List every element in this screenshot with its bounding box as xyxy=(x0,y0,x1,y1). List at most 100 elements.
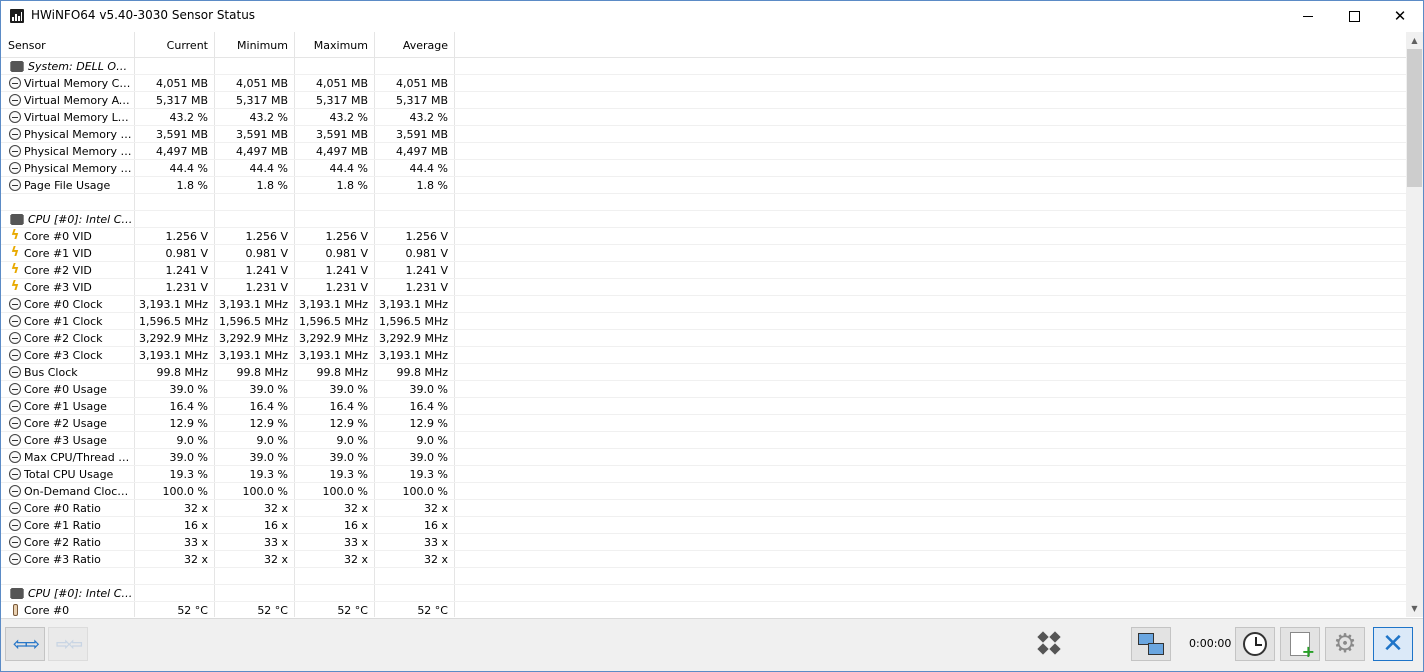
maximum-value: 52 °C xyxy=(295,602,375,617)
table-row[interactable]: Core #1 Ratio 16 x 16 x 16 x 16 x xyxy=(1,517,1406,534)
exit-x-icon: ✕ xyxy=(1382,629,1404,659)
table-row[interactable]: Virtual Memory Avai... 5,317 MB 5,317 MB 5,… xyxy=(1,92,1406,109)
current-value: 3,193.1 MHz xyxy=(135,296,215,312)
sensor-cell: ϟ Core #3 VID xyxy=(1,279,135,295)
table-row[interactable]: Core #3 Clock 3,193.1 MHz 3,193.1 MHz 3,193… xyxy=(1,347,1406,364)
table-row[interactable]: Total CPU Usage 19.3 % 19.3 % 19.3 % 19.3 % xyxy=(1,466,1406,483)
close-button[interactable]: ✕ xyxy=(1377,1,1423,31)
table-row[interactable]: ϟ Core #0 VID 1.256 V 1.256 V 1.256 V 1.256 V xyxy=(1,228,1406,245)
maximum-value: 16.4 % xyxy=(295,398,375,414)
average-value xyxy=(375,568,455,584)
current-value xyxy=(135,211,215,227)
table-row[interactable]: Core #1 Usage 16.4 % 16.4 % 16.4 % 16.4 % xyxy=(1,398,1406,415)
vertical-scrollbar[interactable]: ▲ ▼ xyxy=(1406,32,1423,617)
table-row[interactable]: Physical Memory Used3,591 MB3,591 MB3,59… xyxy=(1,126,1406,143)
table-row[interactable]: Core #2 Ratio 33 x 33 x 33 x 33 x xyxy=(1,534,1406,551)
add-log-icon xyxy=(1290,632,1315,661)
table-row[interactable]: Bus Clock 99.8 MHz 99.8 MHz 99.8 MHz 99.8 MH… xyxy=(1,364,1406,381)
table-row[interactable]: Core #3 Ratio 32 x 32 x 32 x 32 x xyxy=(1,551,1406,568)
table-row[interactable]: Core #0 52 °C 52 °C 52 °C 52 °C xyxy=(1,602,1406,617)
table-row[interactable]: ϟ Core #2 VID 1.241 V 1.241 V 1.241 V 1.241 V xyxy=(1,262,1406,279)
sensor-label: Core #0 Usage xyxy=(24,382,107,396)
sensor-group-row[interactable]: CPU [#0]: Intel Cor... xyxy=(1,211,1406,228)
scroll-thumb[interactable] xyxy=(1407,49,1422,187)
network-button[interactable] xyxy=(1131,627,1171,661)
table-row[interactable]: Core #2 Clock 3,292.9 MHz 3,292.9 MHz 3,292… xyxy=(1,330,1406,347)
close-icon: ✕ xyxy=(1393,7,1407,25)
scroll-up-icon[interactable]: ▲ xyxy=(1406,32,1423,49)
table-row[interactable]: Physical Memory Load44.4 %44.4 %44.4 %44… xyxy=(1,160,1406,177)
table-row[interactable]: Core #3 Usage 9.0 % 9.0 % 9.0 % 9.0 % xyxy=(1,432,1406,449)
minimum-value: 39.0 % xyxy=(215,449,295,465)
minimum-value xyxy=(215,58,295,74)
row-filler xyxy=(455,449,1406,465)
table-row[interactable]: ϟ Core #3 VID 1.231 V 1.231 V 1.231 V 1.231 V xyxy=(1,279,1406,296)
scroll-down-icon[interactable]: ▼ xyxy=(1406,600,1423,617)
table-row[interactable]: On-Demand Clock ... 100.0 % 100.0 % 100.0 %… xyxy=(1,483,1406,500)
minimum-value: 1,596.5 MHz xyxy=(215,313,295,329)
column-header-average[interactable]: Average xyxy=(375,32,455,57)
table-row[interactable]: Physical Memory Av... 4,497 MB 4,497 MB 4,4… xyxy=(1,143,1406,160)
maximum-value xyxy=(295,585,375,601)
table-row[interactable]: Core #0 Usage 39.0 % 39.0 % 39.0 % 39.0 % xyxy=(1,381,1406,398)
average-value: 9.0 % xyxy=(375,432,455,448)
sensor-cell: Physical Memory Load xyxy=(1,160,135,176)
maximum-value: 9.0 % xyxy=(295,432,375,448)
settings-button[interactable]: ⚙ xyxy=(1325,627,1365,661)
title-bar[interactable]: HWiNFO64 v5.40-3030 Sensor Status ✕ xyxy=(1,1,1423,31)
clock-button[interactable] xyxy=(1235,627,1275,661)
gauge-icon xyxy=(9,128,21,140)
table-row[interactable]: Max CPU/Thread U... 39.0 % 39.0 % 39.0 % 39.… xyxy=(1,449,1406,466)
table-row[interactable]: Virtual Memory Load 43.2 % 43.2 % 43.2 % 43.… xyxy=(1,109,1406,126)
sensor-label: Virtual Memory Avai... xyxy=(24,93,134,107)
nav-prev-button[interactable]: ⇦⇨ xyxy=(5,627,45,661)
minimize-icon xyxy=(1303,15,1313,17)
sensor-group-row[interactable]: CPU [#0]: Intel Cor... xyxy=(1,585,1406,602)
table-row[interactable]: Core #2 Usage 12.9 % 12.9 % 12.9 % 12.9 % xyxy=(1,415,1406,432)
sensor-label: Core #0 VID xyxy=(24,229,92,243)
column-header-maximum[interactable]: Maximum xyxy=(295,32,375,57)
spacer-row xyxy=(1,194,1406,211)
column-header-sensor[interactable]: Sensor xyxy=(1,32,135,57)
current-value: 39.0 % xyxy=(135,381,215,397)
average-value: 3,193.1 MHz xyxy=(375,347,455,363)
average-value: 1.231 V xyxy=(375,279,455,295)
exit-button[interactable]: ✕ xyxy=(1373,627,1413,661)
minimum-value: 39.0 % xyxy=(215,381,295,397)
column-header-filler xyxy=(455,32,1406,57)
add-log-button[interactable] xyxy=(1280,627,1320,661)
column-header-minimum[interactable]: Minimum xyxy=(215,32,295,57)
sensor-label: Core #0 Clock xyxy=(24,297,103,311)
minimum-value: 16.4 % xyxy=(215,398,295,414)
average-value: 5,317 MB xyxy=(375,92,455,108)
current-value: 39.0 % xyxy=(135,449,215,465)
row-filler xyxy=(455,381,1406,397)
reset-icon[interactable] xyxy=(1037,631,1061,655)
current-value: 1.241 V xyxy=(135,262,215,278)
table-row[interactable]: Page File Usage 1.8 % 1.8 % 1.8 % 1.8 % xyxy=(1,177,1406,194)
minimum-value: 1.241 V xyxy=(215,262,295,278)
sensor-label: Core #0 xyxy=(24,603,70,617)
minimize-button[interactable] xyxy=(1285,1,1331,31)
minimum-value: 3,292.9 MHz xyxy=(215,330,295,346)
sensor-group-row[interactable]: System: DELL OptiP... xyxy=(1,58,1406,75)
current-value: 3,193.1 MHz xyxy=(135,347,215,363)
nav-next-button[interactable]: ⇨⇦ xyxy=(48,627,88,661)
table-row[interactable]: Core #0 Clock 3,193.1 MHz 3,193.1 MHz 3,193… xyxy=(1,296,1406,313)
table-row[interactable]: Core #0 Ratio 32 x 32 x 32 x 32 x xyxy=(1,500,1406,517)
table-row[interactable]: ϟ Core #1 VID 0.981 V 0.981 V 0.981 V 0.981 V xyxy=(1,245,1406,262)
maximize-button[interactable] xyxy=(1331,1,1377,31)
current-value: 99.8 MHz xyxy=(135,364,215,380)
table-row[interactable]: Virtual Memory Com...4,051 MB4,051 MB4,0… xyxy=(1,75,1406,92)
current-value: 1.256 V xyxy=(135,228,215,244)
minimum-value xyxy=(215,194,295,210)
table-body: System: DELL OptiP... Virtual Memory Com.… xyxy=(1,58,1406,617)
maximum-value: 3,591 MB xyxy=(295,126,375,142)
maximum-value: 1.8 % xyxy=(295,177,375,193)
table-row[interactable]: Core #1 Clock 1,596.5 MHz 1,596.5 MHz 1,596… xyxy=(1,313,1406,330)
row-filler xyxy=(455,517,1406,533)
sensor-label: Core #3 VID xyxy=(24,280,92,294)
maximum-value: 5,317 MB xyxy=(295,92,375,108)
column-header-current[interactable]: Current xyxy=(135,32,215,57)
current-value: 9.0 % xyxy=(135,432,215,448)
